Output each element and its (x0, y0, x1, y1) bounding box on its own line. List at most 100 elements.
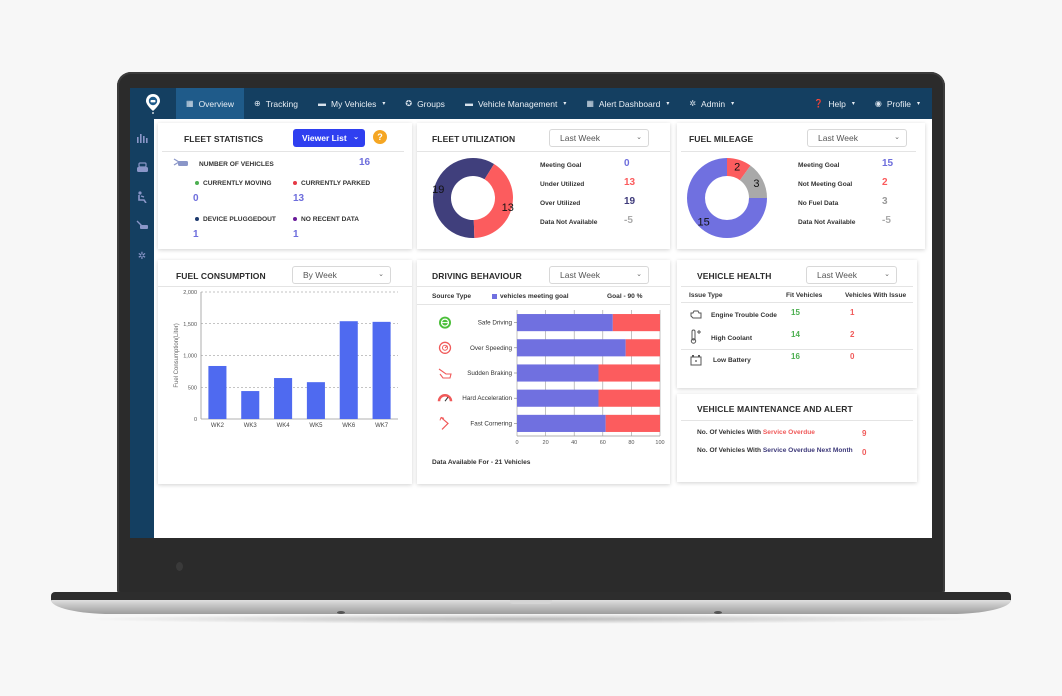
dashboard-icon: ▦ (586, 99, 594, 108)
bar-wk7 (372, 321, 391, 419)
car-front-icon (136, 162, 148, 172)
vehicle-health-card: VEHICLE HEALTH Last Week ⌄ Issue Type Fi… (677, 260, 917, 388)
currently-moving-value: 0 (193, 193, 199, 204)
vehicle-health-period-select[interactable]: Last Week ⌄ (806, 266, 897, 284)
card-title: FUEL CONSUMPTION (176, 271, 266, 281)
driving-behaviour-period-select[interactable]: Last Week ⌄ (549, 266, 649, 284)
no-recent-data-value: 1 (293, 229, 299, 240)
period-label: By Week (303, 270, 337, 280)
sidebar-item-tow[interactable] (135, 220, 149, 234)
nav-help[interactable]: ❓ Help ▾ (803, 88, 864, 119)
divider (681, 286, 913, 287)
sidebar-item-settings[interactable]: ✲ (135, 250, 149, 264)
bar-wk2 (208, 365, 227, 419)
category-label: Hard Acceleration (462, 395, 512, 402)
caret-down-icon: ▾ (851, 101, 855, 107)
divider (681, 151, 916, 152)
sidebar-item-driver[interactable] (135, 191, 149, 205)
column-header-fit-vehicles: Fit Vehicles (786, 292, 823, 299)
nav-label: Help (828, 98, 846, 109)
legend-value: 2 (882, 177, 888, 188)
x-tick-label: WK6 (342, 423, 356, 429)
service-overdue-next-month-link[interactable]: Service Overdue Next Month (763, 447, 853, 454)
fit-vehicles-count: 14 (791, 330, 800, 339)
laptop-notch (510, 600, 552, 604)
chevron-down-icon: ⌄ (636, 271, 642, 278)
nav-label: My Vehicles (330, 98, 377, 109)
issue-type: Low Battery (713, 357, 751, 364)
bar-segment-meeting-goal (517, 414, 606, 432)
nav-overview[interactable]: ▦ Overview (176, 88, 244, 119)
help-icon: ❓ (813, 99, 824, 108)
bar-segment-not-meeting-goal (625, 339, 660, 357)
legend-value: 3 (882, 196, 888, 207)
crosshair-icon: ⊕ (254, 99, 261, 108)
gear-icon: ✲ (137, 251, 147, 262)
sidebar-item-vehicles[interactable] (135, 162, 149, 176)
donut-label: 19 (432, 184, 444, 196)
nav-vehicle-management[interactable]: ▬ Vehicle Management ▾ (455, 88, 576, 119)
service-overdue-link[interactable]: Service Overdue (763, 429, 815, 436)
nav-label: Overview (198, 98, 234, 109)
laptop-camera (176, 562, 183, 571)
fuel-consumption-period-select[interactable]: By Week ⌄ (292, 266, 391, 284)
engine-icon (690, 310, 702, 319)
nav-tracking[interactable]: ⊕ Tracking (244, 88, 308, 119)
bar-segment-meeting-goal (517, 389, 599, 407)
issue-type: Engine Trouble Code (711, 312, 777, 319)
category-label: Fast Cornering (470, 420, 512, 427)
fuel-mileage-period-select[interactable]: Last Week ⌄ (807, 129, 907, 147)
column-header-issue-type: Issue Type (689, 292, 723, 299)
y-tick-label: 0 (194, 417, 197, 423)
fuel-consumption-chart: 0 500 1,000 1,500 2,000 WK2 WK3 WK4 WK5 WK6 WK7 Fue… (174, 290, 398, 429)
divider (681, 420, 913, 421)
bar-segment-not-meeting-goal (598, 389, 660, 407)
donut-label: 15 (698, 216, 710, 228)
divider (681, 349, 913, 350)
thermometer-icon (690, 329, 701, 344)
legend-label: Under Utilized (540, 181, 585, 188)
legend-label: Meeting Goal (540, 162, 582, 169)
number-of-vehicles-value: 16 (359, 157, 371, 168)
status-dot-purple (293, 217, 297, 222)
period-label: Last Week (817, 270, 858, 280)
vehicle-maintenance-card: VEHICLE MAINTENANCE AND ALERT No. Of Veh… (677, 394, 917, 482)
legend-value: 0 (624, 158, 630, 169)
y-tick-label: 1,500 (183, 322, 197, 328)
left-sidebar: ✲ (130, 119, 154, 538)
sidebar-item-reports[interactable] (135, 133, 149, 147)
bar-wk3 (241, 391, 260, 419)
legend-label: No Fuel Data (798, 200, 839, 207)
legend-label: Over Utilized (540, 200, 581, 207)
viewer-list-select[interactable]: Viewer List ⌄ (293, 129, 365, 147)
legend-value: -5 (882, 215, 891, 226)
nav-my-vehicles[interactable]: ▬ My Vehicles ▾ (308, 88, 395, 119)
nav-groups[interactable]: ✪ Groups (395, 88, 455, 119)
service-overdue-label: No. Of Vehicles With Service Overdue (697, 429, 815, 436)
currently-parked-label: CURRENTLY PARKED (293, 180, 370, 187)
tow-truck-icon (136, 220, 148, 229)
nav-admin[interactable]: ✲ Admin ▾ (679, 88, 744, 119)
bar-segment-meeting-goal (517, 314, 613, 332)
caret-down-icon: ▾ (731, 101, 735, 107)
nav-label: Tracking (265, 98, 298, 109)
fleet-utilization-card: FLEET UTILIZATION Last Week ⌄ 19 13 Meeti… (417, 123, 670, 249)
fleet-statistics-card: FLEET STATISTICS Viewer List ⌄ ? NUMBER … (158, 123, 412, 249)
donut-label: 3 (753, 178, 759, 190)
data-available-footer: Data Available For - 21 Vehicles (432, 459, 531, 466)
nav-profile[interactable]: ◉ Profile ▾ (865, 88, 930, 119)
issue-vehicles-count: 2 (850, 330, 855, 339)
bar-segment-meeting-goal (517, 339, 626, 357)
fleet-utilization-period-select[interactable]: Last Week ⌄ (549, 129, 649, 147)
battery-icon (690, 355, 702, 366)
help-button[interactable]: ? (373, 130, 387, 144)
app-logo[interactable] (130, 88, 176, 119)
category-label: Sudden Braking (467, 370, 512, 377)
legend-value: 13 (624, 177, 636, 188)
x-tick-label: 20 (543, 440, 549, 446)
legend-label: Meeting Goal (798, 162, 840, 169)
status-dot-red (293, 181, 297, 186)
service-overdue-count: 9 (862, 429, 867, 438)
nav-alert-dashboard[interactable]: ▦ Alert Dashboard ▾ (576, 88, 679, 119)
speedometer-icon (438, 341, 452, 354)
